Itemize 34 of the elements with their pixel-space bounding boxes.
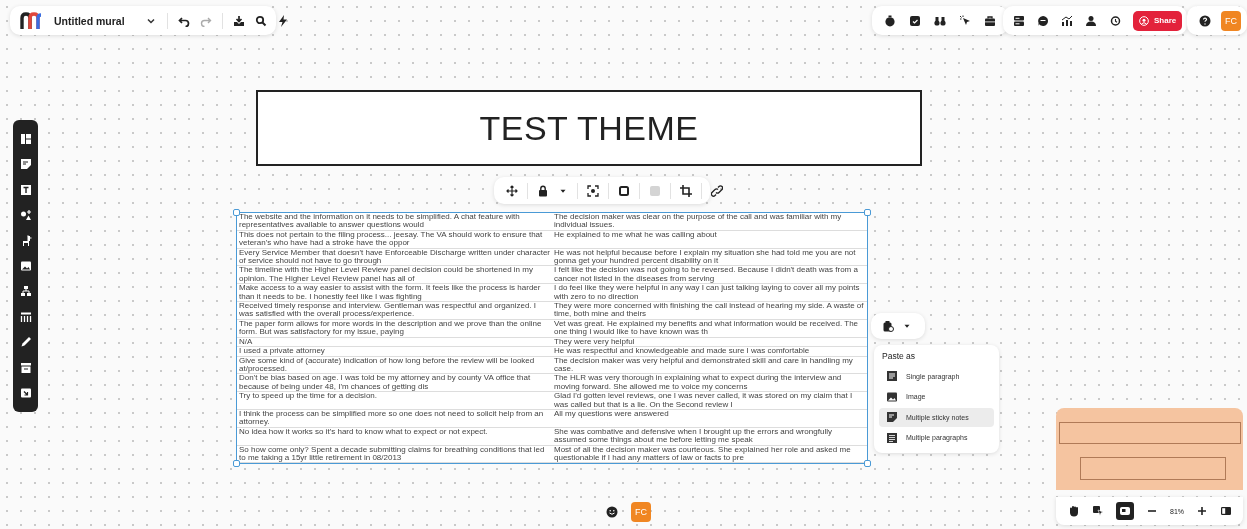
table-cell-text: He was respectful and knowledgeable and made sure I was comfortable: [553, 347, 811, 356]
table-cell-text: Most of all the decision maker was courteous. She explained her role and asked me questionable if I had any matters of law or facts to pre: [553, 445, 852, 463]
table-cell-text: The decision maker was clear on the purpose of the call and was familiar with my individual issues.: [553, 213, 843, 230]
table-cell-text: The timeline with the Higher Level Review panel decision could be shortened in my opinion. The Higher Level Review panel has all of: [238, 266, 534, 284]
table-cell-text: She was combative and defensive when I brought up the errors and wrongfully assumed some things about me before letting me speak: [553, 427, 833, 445]
table-cell-text: Vet was great. He explained my benefits and what information would be received. The one thing I would like to have known was th: [553, 319, 860, 337]
table-cell-text: Try to speed up the time for a decision.: [238, 392, 378, 403]
table-cell-text: All my questions were answered: [553, 409, 670, 420]
table-cell-text: I used a private attorney: [238, 347, 326, 356]
table-cell-text: I do feel like they were helpful in any way I can just talking laying to cover all my points with zero to no direction: [553, 284, 861, 302]
table-cell-text: The decision maker was very helpful and demonstrated skill and care in handling my case.: [553, 356, 854, 374]
table-cell-text: They were very helpful: [553, 337, 636, 347]
table-cell-text: I felt like the decision was not going to be reversed. Because I didn't death was from a cancer not listed in the diseases from serving: [553, 266, 859, 284]
menu-heading: Paste as: [881, 351, 917, 363]
table-cell-text: This does not pertain to the filing process... jeesay. The VA should work to ensure that veteran's who have had a stroke have the oppor: [238, 230, 544, 248]
table-cell-text: I think the process can be simplified more so one does not need to solicit help from an attorney.: [238, 409, 545, 427]
table-cell-text: N/A: [238, 337, 254, 347]
table-cell-text: He explained to me what he was calling about: [553, 230, 718, 241]
table-cell-text: No idea how it works so it's hard to know what to expect or not expect.: [238, 427, 489, 438]
title-text-box[interactable]: TEST THEME: [256, 90, 922, 166]
table-cell-text: Glad I'd gotten level reviews, one I was never called, it was stored on my claim that I was called but that is a lie. On the Second review I: [553, 392, 854, 409]
table-cell-text: Every Service Member that doesn't have Enforceable Discharge written under character of service should not have to go through: [238, 248, 551, 266]
table-cell-text: The paper form allows for more words in the description and we prove than the online form. But was satisfactory for my issue, paying: [238, 319, 543, 337]
table-cell-text: The website and the information on it needs to be simplified. A chat feature with representatives available to answer questions would: [238, 213, 521, 230]
table-cell-text: Don't be bias based on age. I was told be my attorney and by county VA office that because of being under 48, I'm chances of getting dis: [238, 374, 532, 392]
table-cell-text: Received timely response and interview. Gentleman was respectful and organized. I was satisfied with the overall process/experience.: [238, 302, 538, 319]
table-cell-text: The HLR was very thorough in explaining what to expect during the interview and moving forward. She allowed me to voice my concerns: [553, 374, 843, 392]
table-cell-text: So how come only? Spent a decade submitting claims for breathing conditions that led to me taking a 15yr little retirement in 08/2013: [238, 445, 546, 463]
table-cell-text: Give some kind of (accurate) indication of how long before the review will be looked at/processed.: [238, 356, 536, 374]
mural-title[interactable]: Untitled mural: [54, 14, 125, 27]
table-cell-text: They were more concerned with finishing the call instead of hearing my side. A waste of time, both mine and theirs: [553, 302, 865, 319]
table-cell-text: Make access to a way easier to assist with the form. It feels like the process is harder than it needs to be. I honestly feel like I was fighting: [238, 284, 542, 302]
table-cell-text: He was not helpful because before I explain my situation she had told me you are not gonna get your hundred percent disability on it: [553, 248, 857, 266]
share-button[interactable]: Share: [1133, 10, 1183, 31]
